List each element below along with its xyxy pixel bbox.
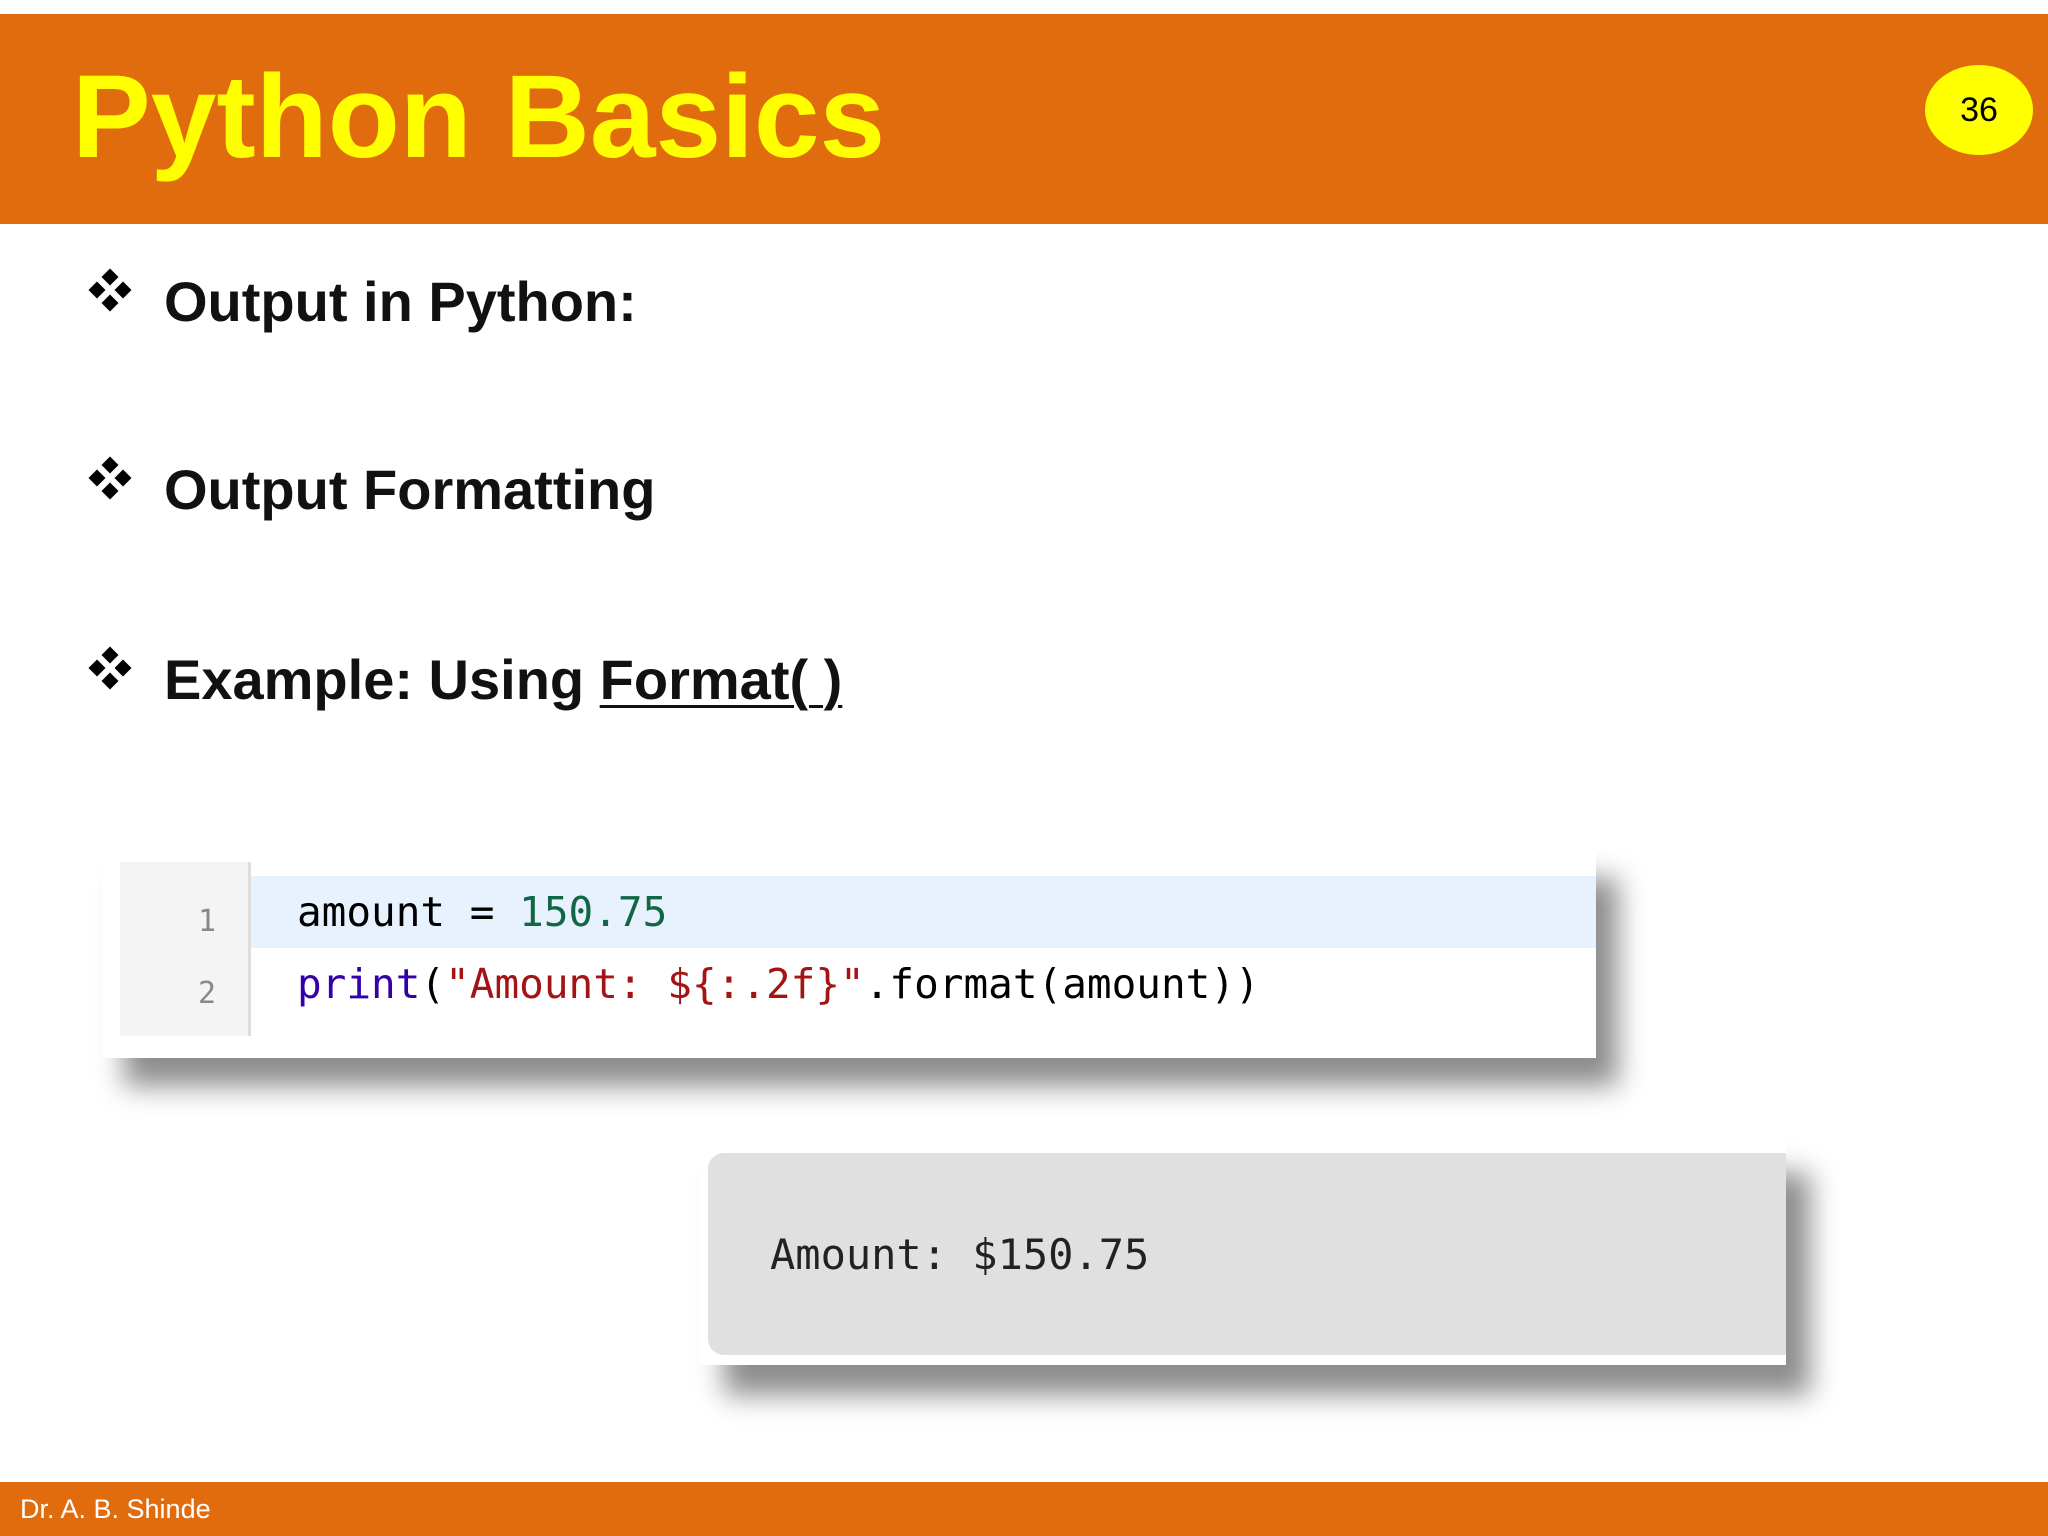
code-token: amount =	[297, 888, 520, 936]
four-diamond-bullet-icon	[88, 456, 132, 500]
code-token-number: 150.75	[519, 888, 668, 936]
code-editor: 1 2 amount = 150.75 print("Amount: ${:.2…	[102, 850, 1596, 1058]
bullet-output-in-python: Output in Python:	[88, 266, 637, 336]
four-diamond-bullet-icon	[88, 646, 132, 690]
code-line: print("Amount: ${:.2f}" .format(amount))	[251, 948, 1596, 1020]
code-token-string: "Amount: ${:.2f}"	[445, 960, 865, 1008]
four-diamond-bullet-icon	[88, 268, 132, 312]
output-panel: Amount: $150.75	[700, 1143, 1786, 1365]
bullet-text: Example: Using Format( )	[164, 647, 842, 712]
output-console: Amount: $150.75	[708, 1153, 1786, 1355]
bullet-example-format: Example: Using Format( )	[88, 644, 842, 714]
footer-bar: Dr. A. B. Shinde	[0, 1482, 2048, 1536]
code-line-highlighted: amount = 150.75	[251, 876, 1596, 948]
code-token: .format(amount))	[864, 960, 1260, 1008]
author-name: Dr. A. B. Shinde	[20, 1493, 211, 1524]
page-number-badge: 36	[1925, 65, 2033, 155]
bullet-text-prefix: Example: Using	[164, 647, 600, 711]
format-underlined-text: Format( )	[599, 647, 843, 711]
bullet-text: Output Formatting	[164, 457, 656, 521]
bullet-output-formatting: Output Formatting	[88, 454, 655, 524]
code-token-keyword: print	[297, 960, 421, 1008]
code-token: (	[420, 960, 446, 1008]
output-text: Amount: $150.75	[770, 1229, 1150, 1279]
line-number-gutter: 1 2	[120, 862, 251, 1036]
bullet-text: Output in Python:	[164, 269, 637, 333]
line-number: 2	[197, 976, 216, 1011]
slide-title: Python Basics	[72, 51, 886, 183]
line-number: 1	[197, 904, 216, 939]
